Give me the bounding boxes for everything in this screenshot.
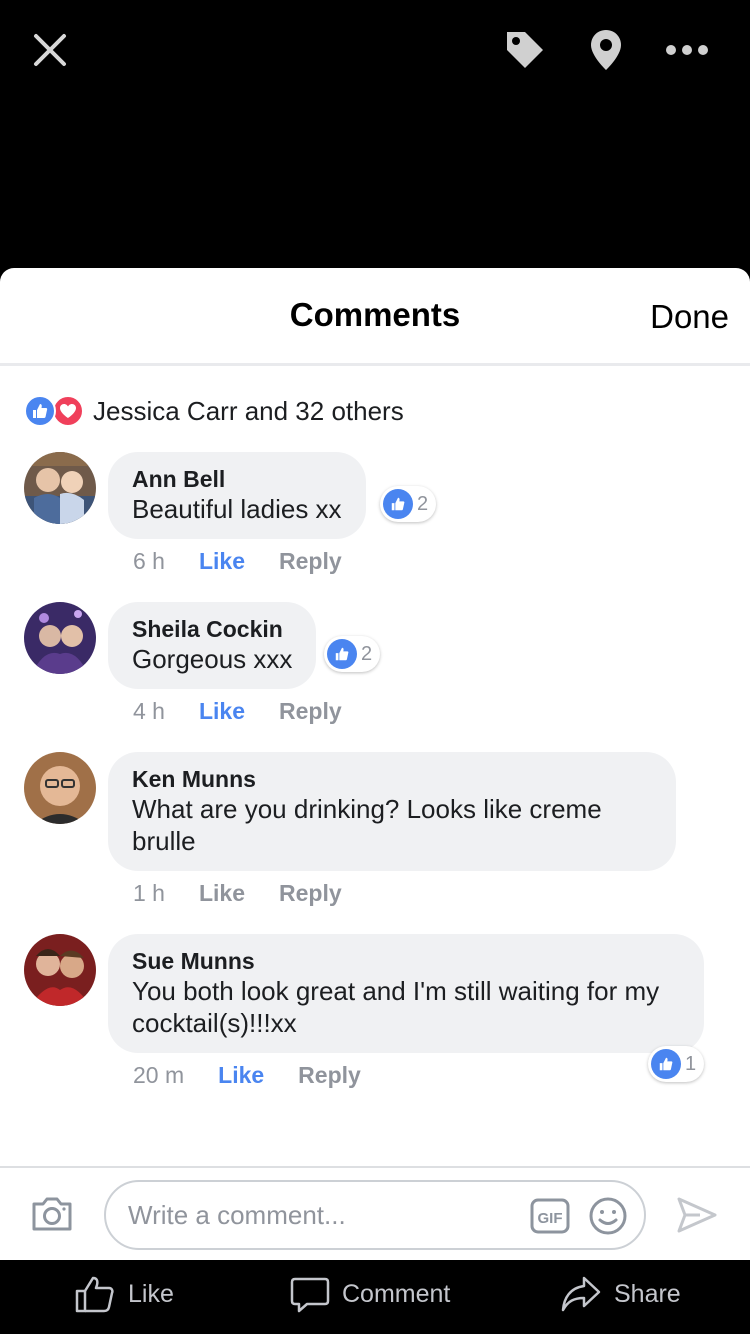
avatar[interactable] (24, 452, 96, 524)
comment-input[interactable]: Write a comment... GIF (104, 1180, 646, 1250)
share-action-label: Share (614, 1279, 681, 1308)
comment-like-button[interactable]: Like (199, 880, 245, 907)
avatar[interactable] (24, 602, 96, 674)
comment-text: Beautiful ladies xx (132, 494, 342, 524)
comment-meta: 20 m Like Reply (133, 1062, 361, 1089)
comment-like-count[interactable]: 1 (648, 1046, 705, 1082)
comment-text: What are you drinking? Looks like creme … (132, 794, 602, 856)
comment-text: You both look great and I'm still waitin… (132, 976, 660, 1038)
comment-like-count[interactable]: 2 (324, 636, 381, 672)
done-button[interactable]: Done (650, 298, 729, 336)
close-icon[interactable] (26, 26, 74, 74)
share-action-button[interactable]: Share (560, 1274, 681, 1314)
comment-bubble: Sheila Cockin Gorgeous xxx (108, 602, 317, 689)
like-reaction-icon (651, 1049, 681, 1079)
comment-meta: 4 h Like Reply (133, 698, 342, 725)
comment-reply-button[interactable]: Reply (298, 1062, 361, 1089)
comment-bubble: Ann Bell Beautiful ladies xx (108, 452, 366, 539)
location-pin-icon[interactable] (584, 26, 628, 74)
comment-like-button[interactable]: Like (218, 1062, 264, 1089)
photo-viewer-topbar (0, 0, 750, 268)
comment-author[interactable]: Ann Bell (132, 465, 342, 493)
comment-reply-button[interactable]: Reply (279, 698, 342, 725)
comment-time: 6 h (133, 548, 165, 574)
like-action-label: Like (128, 1279, 174, 1308)
like-count-number: 1 (685, 1052, 697, 1075)
sheet-title: Comments (289, 296, 461, 333)
like-count-number: 2 (417, 492, 429, 515)
comment-time: 4 h (133, 698, 165, 724)
emoji-icon[interactable] (588, 1196, 628, 1236)
comment-reply-button[interactable]: Reply (279, 880, 342, 907)
comment-meta: 6 h Like Reply (133, 548, 342, 575)
like-reaction-icon (327, 639, 357, 669)
like-reaction-icon (383, 489, 413, 519)
reactions-summary[interactable]: Jessica Carr and 32 others (24, 393, 404, 429)
comment-text: Gorgeous xxx (132, 644, 293, 674)
tag-icon[interactable] (500, 26, 550, 74)
comment-time: 1 h (133, 880, 165, 906)
comment-like-button[interactable]: Like (199, 548, 245, 575)
comment-bubble: Sue Munns You both look great and I'm st… (108, 934, 704, 1053)
comment-composer: Write a comment... GIF (0, 1166, 750, 1260)
comment-author[interactable]: Ken Munns (132, 765, 652, 793)
comment-action-button[interactable]: Comment (290, 1274, 450, 1314)
camera-icon[interactable] (30, 1194, 74, 1234)
avatar[interactable] (24, 934, 96, 1006)
comment-action-label: Comment (342, 1279, 451, 1308)
share-icon (561, 1276, 601, 1312)
comment-author[interactable]: Sue Munns (132, 947, 680, 975)
svg-text:GIF: GIF (538, 1210, 563, 1227)
comment-meta: 1 h Like Reply (133, 880, 342, 907)
sheet-header: Comments Done (0, 268, 750, 366)
avatar[interactable] (24, 752, 96, 824)
send-icon[interactable] (676, 1196, 718, 1234)
comment-reply-button[interactable]: Reply (279, 548, 342, 575)
comment-bubble: Ken Munns What are you drinking? Looks l… (108, 752, 676, 871)
comment-author[interactable]: Sheila Cockin (132, 615, 292, 643)
comments-sheet: Comments Done Jessica Carr and 32 others… (0, 268, 750, 1260)
thumbs-up-icon (75, 1276, 114, 1313)
comment-like-button[interactable]: Like (199, 698, 245, 725)
more-icon[interactable] (660, 30, 714, 70)
comment-like-count[interactable]: 2 (380, 486, 437, 522)
reactions-summary-text: Jessica Carr and 32 others (93, 395, 404, 426)
love-reaction-icon (52, 395, 84, 427)
post-action-bar: Like Comment Share (0, 1260, 750, 1334)
comment-time: 20 m (133, 1062, 185, 1088)
gif-icon[interactable]: GIF (530, 1198, 570, 1234)
comment-icon (290, 1277, 330, 1313)
comment-input-placeholder: Write a comment... (128, 1199, 346, 1230)
like-count-number: 2 (361, 642, 373, 665)
like-reaction-icon (24, 395, 56, 427)
like-action-button[interactable]: Like (74, 1274, 174, 1314)
